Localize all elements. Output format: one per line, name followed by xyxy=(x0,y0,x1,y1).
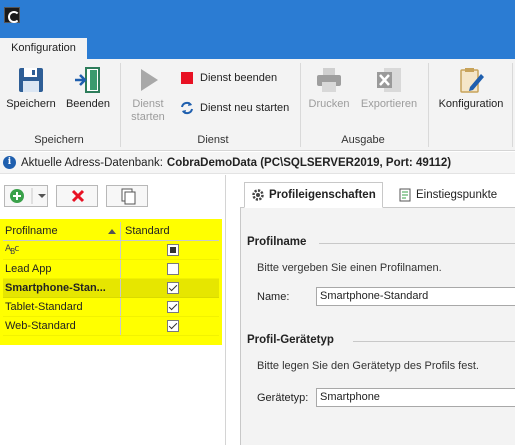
exit-door-icon xyxy=(73,65,103,95)
standard-checkbox[interactable] xyxy=(167,282,179,294)
profile-grid: Profilname Standard ABc Lead App Smartph… xyxy=(3,222,219,336)
device-type-hint: Bitte legen Sie den Gerätetyp des Profil… xyxy=(257,360,479,372)
exit-label: Beenden xyxy=(65,98,111,110)
group-separator xyxy=(300,63,301,147)
group-separator xyxy=(428,63,429,147)
row-name: Tablet-Standard xyxy=(5,301,83,313)
clipboard-edit-icon xyxy=(456,65,486,95)
copy-profile-button[interactable] xyxy=(106,185,148,207)
row-name: Smartphone-Stan... xyxy=(5,282,106,294)
standard-checkbox[interactable] xyxy=(167,263,179,275)
details-tabs: Profileigenschaften Einstiegspunkte xyxy=(240,182,515,208)
gear-icon xyxy=(252,189,264,201)
stop-icon xyxy=(180,71,194,85)
configuration-label: Konfiguration xyxy=(438,98,504,110)
start-service-label-2: starten xyxy=(131,111,165,123)
section-divider xyxy=(353,341,515,342)
row-standard-cell xyxy=(121,260,219,278)
stop-service-label: Dienst beenden xyxy=(200,72,278,84)
tab-profileigenschaften[interactable]: Profileigenschaften xyxy=(244,182,383,208)
group-label-ausgabe: Ausgabe xyxy=(341,134,385,146)
printer-icon xyxy=(314,65,344,95)
print-button[interactable]: Drucken xyxy=(306,65,352,111)
sort-ascending-icon xyxy=(108,229,116,234)
group-label-speichern: Speichern xyxy=(34,134,84,146)
filter-standard-cell[interactable] xyxy=(121,241,219,259)
excel-icon xyxy=(374,65,404,95)
row-name-cell: Web-Standard xyxy=(3,317,121,335)
info-prefix: Aktuelle Adress-Datenbank: xyxy=(21,156,163,169)
exit-button[interactable]: Beenden xyxy=(64,65,112,111)
profile-list-pane: Profilname Standard ABc Lead App Smartph… xyxy=(0,175,226,445)
document-icon xyxy=(399,188,411,202)
table-row-selected[interactable]: Smartphone-Stan... xyxy=(3,279,219,298)
group-label-dienst: Dienst xyxy=(197,134,229,146)
tab-einstiegspunkte[interactable]: Einstiegspunkte xyxy=(393,182,503,208)
filter-checkbox[interactable] xyxy=(167,244,179,256)
save-button[interactable]: Speichern xyxy=(6,65,56,111)
save-label: Speichern xyxy=(6,98,56,110)
start-service-button[interactable]: Dienst starten xyxy=(126,65,170,124)
filter-abc-icon: ABc xyxy=(5,244,19,256)
info-bar: i Aktuelle Adress-Datenbank: CobraDemoDa… xyxy=(0,152,515,174)
row-name: Web-Standard xyxy=(5,320,76,332)
add-icon xyxy=(10,188,46,204)
start-service-label-1: Dienst xyxy=(132,98,164,110)
section-title-profilname: Profilname xyxy=(247,236,307,248)
group-separator xyxy=(512,63,513,147)
tab-label: Profileigenschaften xyxy=(269,189,376,201)
info-database: CobraDemoData (PC\SQLSERVER2019, Port: 4… xyxy=(166,156,452,169)
stop-service-button[interactable]: Dienst beenden xyxy=(180,71,277,85)
add-profile-button[interactable] xyxy=(4,185,48,207)
device-type-input[interactable]: Smartphone xyxy=(316,388,515,407)
export-button[interactable]: Exportieren xyxy=(358,65,420,111)
copy-icon xyxy=(121,188,136,205)
profile-name-hint: Bitte vergeben Sie einen Profilnamen. xyxy=(257,262,442,274)
restart-service-label: Dienst neu starten xyxy=(200,102,290,114)
row-standard-cell xyxy=(121,317,219,335)
title-bar xyxy=(0,0,515,36)
standard-checkbox[interactable] xyxy=(167,301,179,313)
print-label: Drucken xyxy=(308,98,350,110)
configuration-button[interactable]: Konfiguration xyxy=(436,65,506,111)
table-row[interactable]: Web-Standard xyxy=(3,317,219,336)
play-icon xyxy=(133,65,163,95)
floppy-disk-icon xyxy=(16,65,46,95)
column-header-profilname[interactable]: Profilname xyxy=(3,222,121,240)
export-label: Exportieren xyxy=(360,98,418,110)
profile-details-pane: Profileigenschaften Einstiegspunkte Prof… xyxy=(240,175,515,445)
row-name-cell: Smartphone-Stan... xyxy=(3,279,121,297)
info-icon: i xyxy=(3,156,16,169)
device-type-label: Gerätetyp: xyxy=(257,392,309,404)
row-standard-cell xyxy=(121,279,219,297)
ribbon: Speichern Beenden Speichern Dienst start… xyxy=(0,59,515,151)
name-label: Name: xyxy=(257,291,290,303)
filter-row: ABc xyxy=(3,241,219,260)
row-standard-cell xyxy=(121,298,219,316)
grid-header: Profilname Standard xyxy=(3,222,219,241)
section-divider xyxy=(319,243,515,244)
profile-properties-panel: Profilname Bitte vergeben Sie einen Prof… xyxy=(240,208,515,445)
table-row[interactable]: Tablet-Standard xyxy=(3,298,219,317)
tab-konfiguration[interactable]: Konfiguration xyxy=(0,38,87,59)
restart-service-button[interactable]: Dienst neu starten xyxy=(180,101,289,115)
delete-icon xyxy=(71,189,85,203)
column-header-label: Profilname xyxy=(5,225,58,237)
row-name: Lead App xyxy=(5,263,52,275)
row-name-cell: Lead App xyxy=(3,260,121,278)
tab-label: Einstiegspunkte xyxy=(416,189,498,201)
column-header-label: Standard xyxy=(125,225,170,237)
delete-profile-button[interactable] xyxy=(56,185,98,207)
group-separator xyxy=(120,63,121,147)
profile-name-input[interactable]: Smartphone-Standard xyxy=(316,287,515,306)
standard-checkbox[interactable] xyxy=(167,320,179,332)
table-row[interactable]: Lead App xyxy=(3,260,219,279)
filter-cell[interactable]: ABc xyxy=(3,241,121,259)
column-header-standard[interactable]: Standard xyxy=(121,222,219,240)
row-name-cell: Tablet-Standard xyxy=(3,298,121,316)
app-logo-icon[interactable] xyxy=(4,7,20,23)
refresh-icon xyxy=(180,101,194,115)
section-title-geraetetyp: Profil-Gerätetyp xyxy=(247,334,334,346)
